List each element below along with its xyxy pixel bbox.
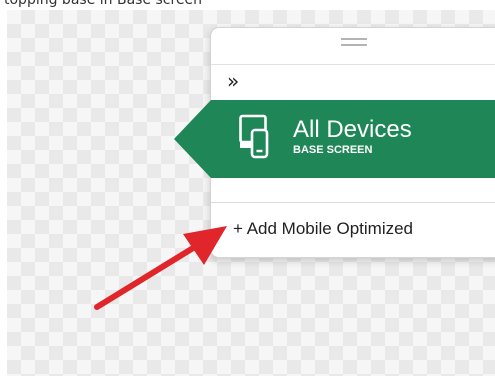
screen-panel: » All Devices BASE SCREEN + Add Mobile O… [174,27,495,258]
devices-icon [239,114,269,159]
add-mobile-optimized-button[interactable]: + Add Mobile Optimized [233,219,413,239]
divider [211,64,495,65]
device-subtitle: BASE SCREEN [293,144,373,156]
expand-icon[interactable]: » [227,69,239,93]
divider [211,202,495,203]
all-devices-row[interactable]: All Devices BASE SCREEN [174,100,495,178]
selection-arrow-tab [174,100,211,178]
device-title: All Devices [293,116,412,143]
drag-handle-icon[interactable] [341,38,367,46]
top-caption: topping base in Base screen [4,0,203,8]
